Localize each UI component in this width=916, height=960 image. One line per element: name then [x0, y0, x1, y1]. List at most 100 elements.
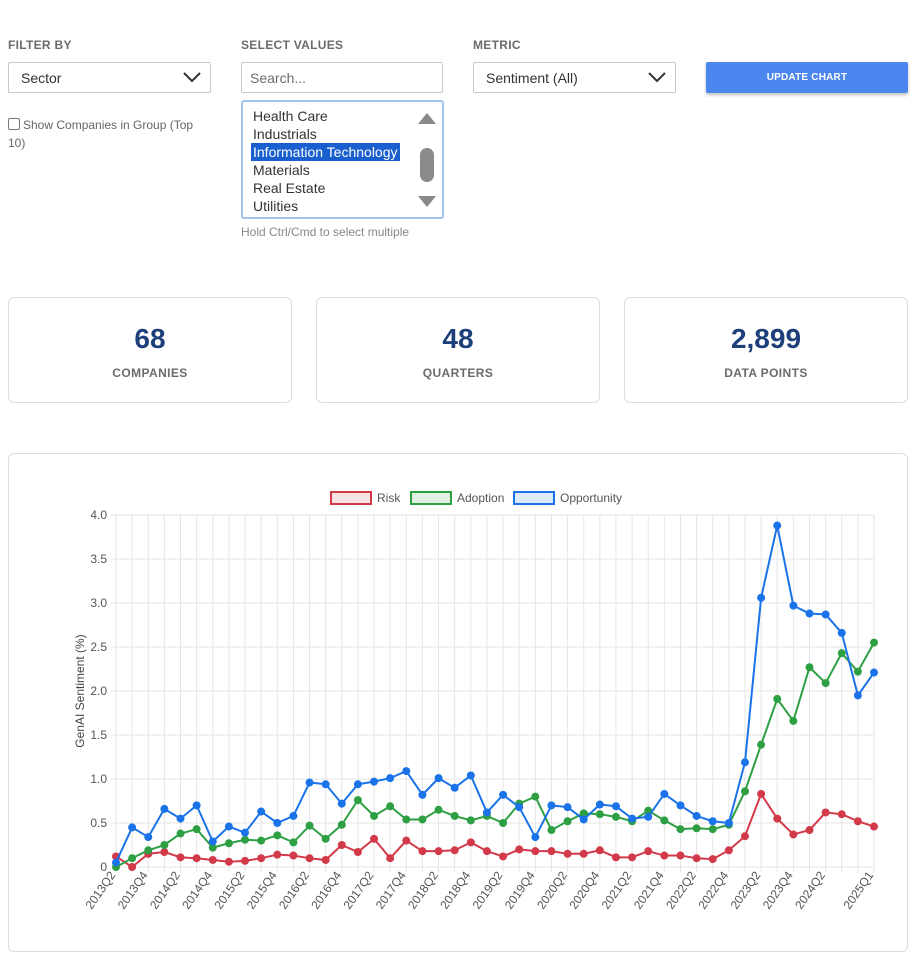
search-input[interactable] [241, 62, 443, 93]
data-point-risk [611, 853, 620, 862]
data-point-opportunity [692, 811, 701, 820]
data-point-opportunity [853, 691, 862, 700]
data-point-opportunity [353, 780, 362, 789]
x-tick-label: 2020Q4 [566, 868, 602, 911]
scroll-up-icon[interactable] [418, 113, 436, 124]
data-point-opportunity [402, 767, 411, 776]
data-point-risk [386, 854, 395, 863]
y-tick-label: 0.5 [90, 816, 107, 830]
data-point-opportunity [112, 858, 120, 867]
chevron-down-icon [183, 72, 201, 83]
data-point-adoption [531, 792, 540, 801]
data-point-risk [740, 832, 749, 841]
x-tick-label: 2018Q2 [405, 868, 441, 911]
data-point-opportunity [370, 777, 379, 786]
show-companies-checkbox[interactable] [8, 118, 20, 130]
data-point-opportunity [773, 521, 782, 530]
data-point-opportunity [160, 804, 169, 813]
x-tick-label: 2016Q4 [308, 868, 344, 911]
data-point-risk [821, 808, 830, 817]
data-point-risk [289, 851, 298, 860]
data-point-adoption [353, 796, 362, 805]
data-point-risk [644, 847, 653, 856]
data-point-adoption [611, 812, 620, 821]
data-point-adoption [192, 825, 201, 834]
data-point-opportunity [321, 780, 330, 789]
data-point-risk [531, 847, 540, 856]
data-point-risk [692, 854, 701, 863]
x-tick-label: 2014Q4 [179, 868, 215, 911]
scroll-thumb[interactable] [420, 148, 434, 182]
scroll-down-icon[interactable] [418, 196, 436, 207]
filter-by-value: Sector [21, 70, 62, 86]
data-point-adoption [450, 811, 459, 820]
data-point-risk [870, 822, 878, 831]
metric-label: METRIC [473, 38, 521, 52]
data-point-risk [176, 853, 185, 862]
data-point-opportunity [563, 803, 572, 812]
listbox-scrollbar[interactable] [416, 108, 438, 212]
legend-label: Adoption [457, 491, 504, 505]
legend-label: Opportunity [560, 491, 622, 505]
select-values-label: SELECT VALUES [241, 38, 344, 52]
filter-by-label: FILTER BY [8, 38, 72, 52]
data-point-risk [337, 841, 346, 849]
x-tick-label: 2017Q2 [341, 868, 377, 911]
data-point-opportunity [515, 803, 524, 812]
data-point-opportunity [273, 819, 282, 827]
x-tick-label: 2022Q2 [663, 868, 699, 911]
data-point-risk [628, 853, 637, 862]
data-point-risk [853, 817, 862, 826]
data-point-risk [676, 851, 685, 860]
data-point-adoption [370, 811, 379, 820]
list-option[interactable]: Utilities [251, 197, 300, 215]
data-point-adoption [273, 831, 282, 840]
metric-select[interactable]: Sentiment (All) [473, 62, 676, 93]
x-tick-label: 2019Q4 [502, 868, 538, 911]
series-line-adoption [115, 642, 875, 868]
data-point-opportunity [241, 828, 250, 837]
list-option[interactable]: Industrials [251, 125, 319, 143]
data-point-risk [660, 851, 669, 860]
list-option-selected[interactable]: Information Technology [251, 143, 400, 161]
y-tick-label: 4.0 [90, 508, 107, 522]
data-point-risk [305, 854, 314, 863]
data-point-risk [434, 847, 443, 856]
list-option[interactable]: Materials [251, 161, 312, 179]
data-point-adoption [305, 821, 314, 830]
list-option[interactable]: Real Estate [251, 179, 327, 197]
show-companies-toggle[interactable]: Show Companies in Group (Top 10) [8, 116, 208, 152]
data-point-adoption [563, 817, 572, 826]
data-point-risk [257, 854, 266, 863]
list-option[interactable]: Health Care [251, 107, 330, 125]
data-point-risk [499, 852, 508, 861]
y-tick-label: 3.0 [90, 596, 107, 610]
data-point-adoption [692, 824, 701, 833]
filter-by-select[interactable]: Sector [8, 62, 211, 93]
update-chart-button[interactable]: UPDATE CHART [706, 62, 908, 93]
stat-card-quarters: 48 QUARTERS [316, 297, 600, 403]
data-point-risk [482, 847, 491, 856]
x-tick-label: 2018Q4 [437, 868, 473, 911]
data-point-risk [773, 814, 782, 823]
data-point-risk [724, 846, 733, 855]
data-point-risk [579, 849, 588, 858]
data-point-opportunity [870, 668, 878, 677]
data-point-risk [547, 847, 556, 856]
y-tick-label: 2.0 [90, 684, 107, 698]
data-point-opportunity [192, 801, 201, 810]
stat-card-companies: 68 COMPANIES [8, 297, 292, 403]
data-point-adoption [676, 825, 685, 834]
x-tick-label: 2023Q2 [728, 868, 764, 911]
stat-value: 48 [442, 323, 474, 354]
x-tick-label: 2022Q4 [695, 868, 731, 911]
legend-swatch [410, 491, 452, 505]
show-companies-label: Show Companies in Group (Top 10) [8, 118, 194, 150]
data-point-risk [402, 836, 411, 845]
data-point-risk [757, 789, 766, 798]
data-point-adoption [386, 802, 395, 811]
data-point-opportunity [676, 801, 685, 810]
data-point-adoption [837, 649, 846, 658]
values-listbox[interactable]: Health Care Industrials Information Tech… [241, 100, 444, 219]
data-point-risk [370, 834, 379, 843]
